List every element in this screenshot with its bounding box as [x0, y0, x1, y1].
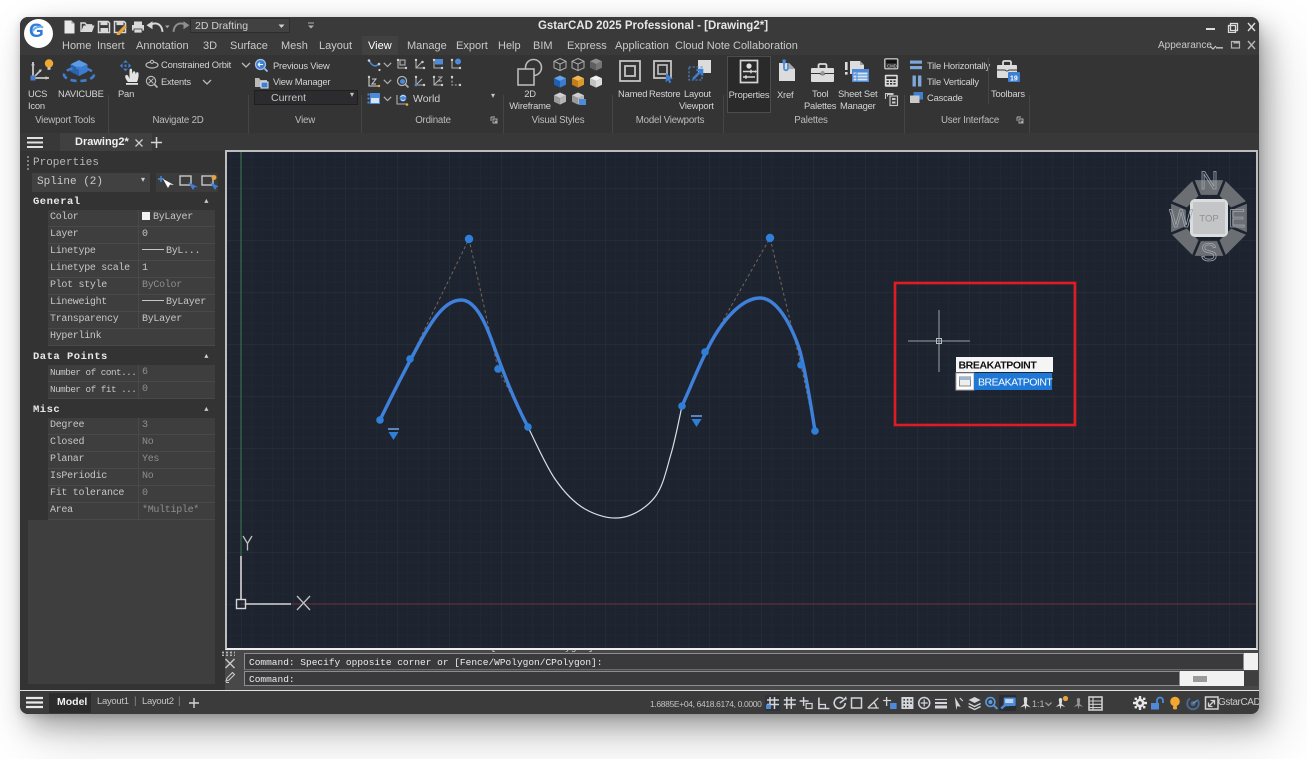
- svg-text:BREAKATPOINT: BREAKATPOINT: [978, 377, 1053, 389]
- svg-text:BREAKATPOINT: BREAKATPOINT: [959, 360, 1038, 372]
- svg-text:1:1: 1:1: [1032, 699, 1045, 709]
- svg-text:S: S: [1201, 239, 1218, 267]
- svg-text:CMD: CMD: [887, 63, 897, 68]
- svg-text:E: E: [1229, 205, 1246, 233]
- svg-text:TOP: TOP: [1199, 214, 1218, 225]
- svg-text:N: N: [1200, 167, 1218, 195]
- svg-text:19: 19: [1010, 76, 1018, 83]
- svg-text:W: W: [1169, 205, 1193, 233]
